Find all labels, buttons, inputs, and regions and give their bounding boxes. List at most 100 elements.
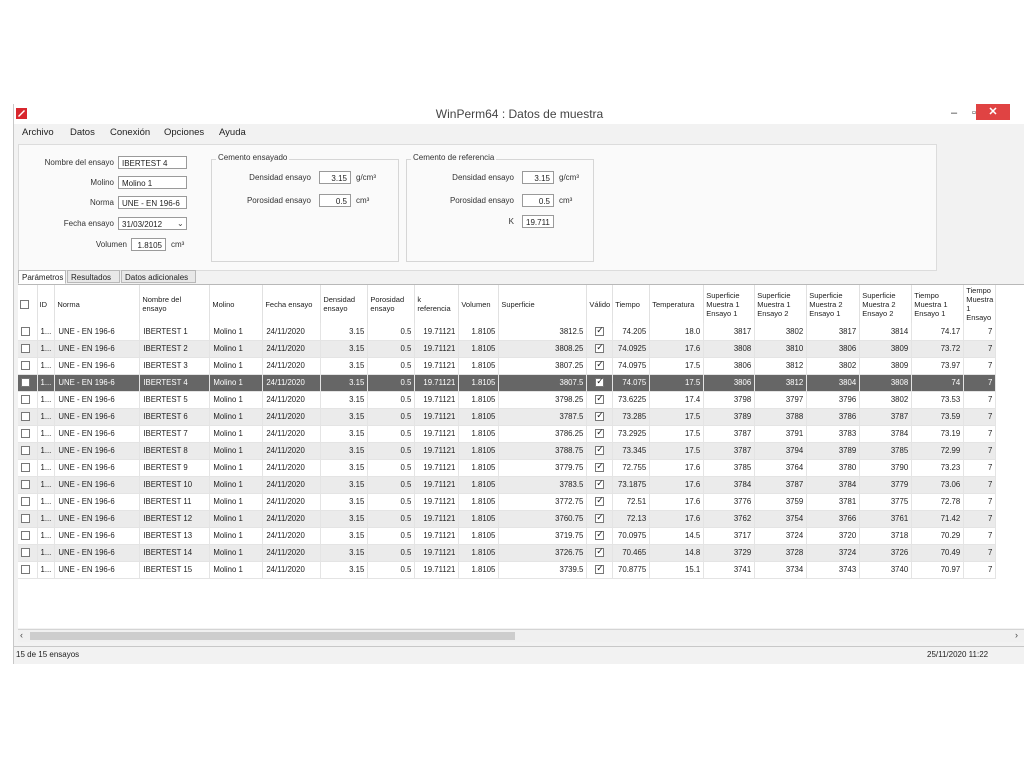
valid-checkbox[interactable] [595, 359, 605, 371]
table-cell[interactable]: 24/11/2020 [262, 476, 322, 494]
valid-checkbox[interactable] [595, 546, 605, 558]
table-cell[interactable]: 0.5 [367, 340, 416, 358]
table-cell[interactable]: 3781 [806, 493, 861, 511]
table-cell[interactable]: 3791 [754, 425, 808, 443]
table-cell[interactable]: 3761 [859, 510, 913, 528]
row-select-checkbox[interactable] [21, 344, 30, 354]
row-select-checkbox[interactable] [21, 361, 30, 371]
molino-input[interactable]: Molino 1 [118, 176, 187, 189]
table-cell[interactable]: IBERTEST 9 [139, 459, 211, 477]
table-cell[interactable]: 3718 [859, 527, 913, 545]
table-cell[interactable]: 24/11/2020 [262, 459, 322, 477]
table-cell[interactable]: 19.71121 [414, 493, 460, 511]
table-row[interactable]: 1... UNE - EN 196-6 IBERTEST 11 Molino 1 24/… [18, 493, 997, 511]
table-cell[interactable]: 3775 [859, 493, 913, 511]
table-cell[interactable]: UNE - EN 196-6 [54, 493, 141, 511]
table-cell[interactable]: 0.5 [367, 510, 416, 528]
table-cell[interactable]: Molino 1 [209, 561, 264, 579]
valid-checkbox[interactable] [595, 529, 605, 541]
table-cell[interactable]: 0.5 [367, 459, 416, 477]
table-cell[interactable]: IBERTEST 8 [139, 442, 211, 460]
table-cell[interactable]: UNE - EN 196-6 [54, 442, 141, 460]
column-header[interactable]: ID [37, 285, 56, 323]
menu-datos[interactable]: Datos [70, 127, 95, 138]
table-cell[interactable]: 19.71121 [414, 476, 460, 494]
table-cell[interactable]: 1... [37, 391, 56, 409]
table-cell[interactable]: 7 [963, 493, 997, 511]
menu-ayuda[interactable]: Ayuda [219, 127, 246, 138]
table-cell[interactable]: 3814 [859, 323, 913, 341]
table-cell[interactable]: 3784 [703, 476, 756, 494]
row-select-checkbox-cell[interactable] [18, 425, 38, 443]
table-cell[interactable]: 3728 [754, 544, 808, 562]
table-cell[interactable]: 7 [963, 357, 997, 375]
table-cell[interactable]: 7 [963, 510, 997, 528]
table-row[interactable]: 1... UNE - EN 196-6 IBERTEST 7 Molino 1 24/1… [18, 425, 997, 443]
table-cell[interactable]: 1.8105 [458, 408, 500, 426]
table-cell[interactable]: 1.8105 [458, 459, 500, 477]
table-cell[interactable]: 3.15 [320, 391, 369, 409]
table-cell[interactable]: 70.49 [911, 544, 965, 562]
table-cell[interactable]: 3798.25 [498, 391, 588, 409]
valid-checkbox[interactable] [595, 563, 605, 575]
table-cell[interactable]: UNE - EN 196-6 [54, 544, 141, 562]
table-cell[interactable]: 7 [963, 374, 997, 392]
table-cell[interactable]: 3.15 [320, 408, 369, 426]
table-cell[interactable]: 17.6 [649, 476, 705, 494]
k-input[interactable]: 19.711 [522, 215, 554, 228]
column-header[interactable]: Densidad ensayo [320, 285, 369, 323]
valid-checkbox-cell[interactable] [586, 510, 614, 528]
table-cell[interactable]: 73.285 [612, 408, 651, 426]
table-cell[interactable]: 3.15 [320, 340, 369, 358]
table-cell[interactable]: UNE - EN 196-6 [54, 408, 141, 426]
table-cell[interactable]: 1.8105 [458, 374, 500, 392]
table-cell[interactable]: 3.15 [320, 459, 369, 477]
table-cell[interactable]: 3785 [859, 442, 913, 460]
row-select-checkbox[interactable] [21, 446, 30, 456]
table-cell[interactable]: Molino 1 [209, 357, 264, 375]
table-cell[interactable]: 3806 [703, 357, 756, 375]
column-header[interactable]: Superficie [498, 285, 588, 323]
table-cell[interactable]: 1.8105 [458, 391, 500, 409]
table-cell[interactable]: 73.2925 [612, 425, 651, 443]
table-cell[interactable]: 3764 [754, 459, 808, 477]
row-select-checkbox-cell[interactable] [18, 442, 38, 460]
table-cell[interactable]: 3724 [806, 544, 861, 562]
row-select-checkbox-cell[interactable] [18, 544, 38, 562]
table-cell[interactable]: 7 [963, 476, 997, 494]
table-cell[interactable]: 19.71121 [414, 527, 460, 545]
table-cell[interactable]: 0.5 [367, 425, 416, 443]
column-header[interactable]: Porosidad ensayo [367, 285, 416, 323]
table-cell[interactable]: 3766 [806, 510, 861, 528]
table-cell[interactable]: 17.5 [649, 374, 705, 392]
cr-densidad-input[interactable]: 3.15 [522, 171, 554, 184]
table-cell[interactable]: 1.8105 [458, 493, 500, 511]
row-select-checkbox[interactable] [21, 497, 30, 507]
scrollbar-thumb[interactable] [30, 632, 515, 640]
table-cell[interactable]: Molino 1 [209, 510, 264, 528]
table-cell[interactable]: 73.1875 [612, 476, 651, 494]
row-select-checkbox[interactable] [21, 480, 30, 490]
table-cell[interactable]: 3802 [806, 357, 861, 375]
valid-checkbox-cell[interactable] [586, 357, 614, 375]
table-cell[interactable]: 3810 [754, 340, 808, 358]
valid-checkbox[interactable] [595, 461, 605, 473]
horizontal-scrollbar[interactable]: ‹ › [18, 629, 1024, 642]
table-cell[interactable]: UNE - EN 196-6 [54, 340, 141, 358]
table-cell[interactable]: IBERTEST 10 [139, 476, 211, 494]
table-cell[interactable]: 3724 [754, 527, 808, 545]
table-cell[interactable]: 1... [37, 476, 56, 494]
table-cell[interactable]: UNE - EN 196-6 [54, 527, 141, 545]
table-cell[interactable]: 3720 [806, 527, 861, 545]
table-cell[interactable]: 73.345 [612, 442, 651, 460]
table-cell[interactable]: 19.71121 [414, 561, 460, 579]
table-cell[interactable]: 3812.5 [498, 323, 588, 341]
table-cell[interactable]: 3786.25 [498, 425, 588, 443]
table-cell[interactable]: 1.8105 [458, 561, 500, 579]
table-cell[interactable]: 7 [963, 527, 997, 545]
table-cell[interactable]: 1.8105 [458, 544, 500, 562]
valid-checkbox-cell[interactable] [586, 408, 614, 426]
valid-checkbox-cell[interactable] [586, 374, 614, 392]
table-cell[interactable]: 3783 [806, 425, 861, 443]
row-select-checkbox-cell[interactable] [18, 391, 38, 409]
